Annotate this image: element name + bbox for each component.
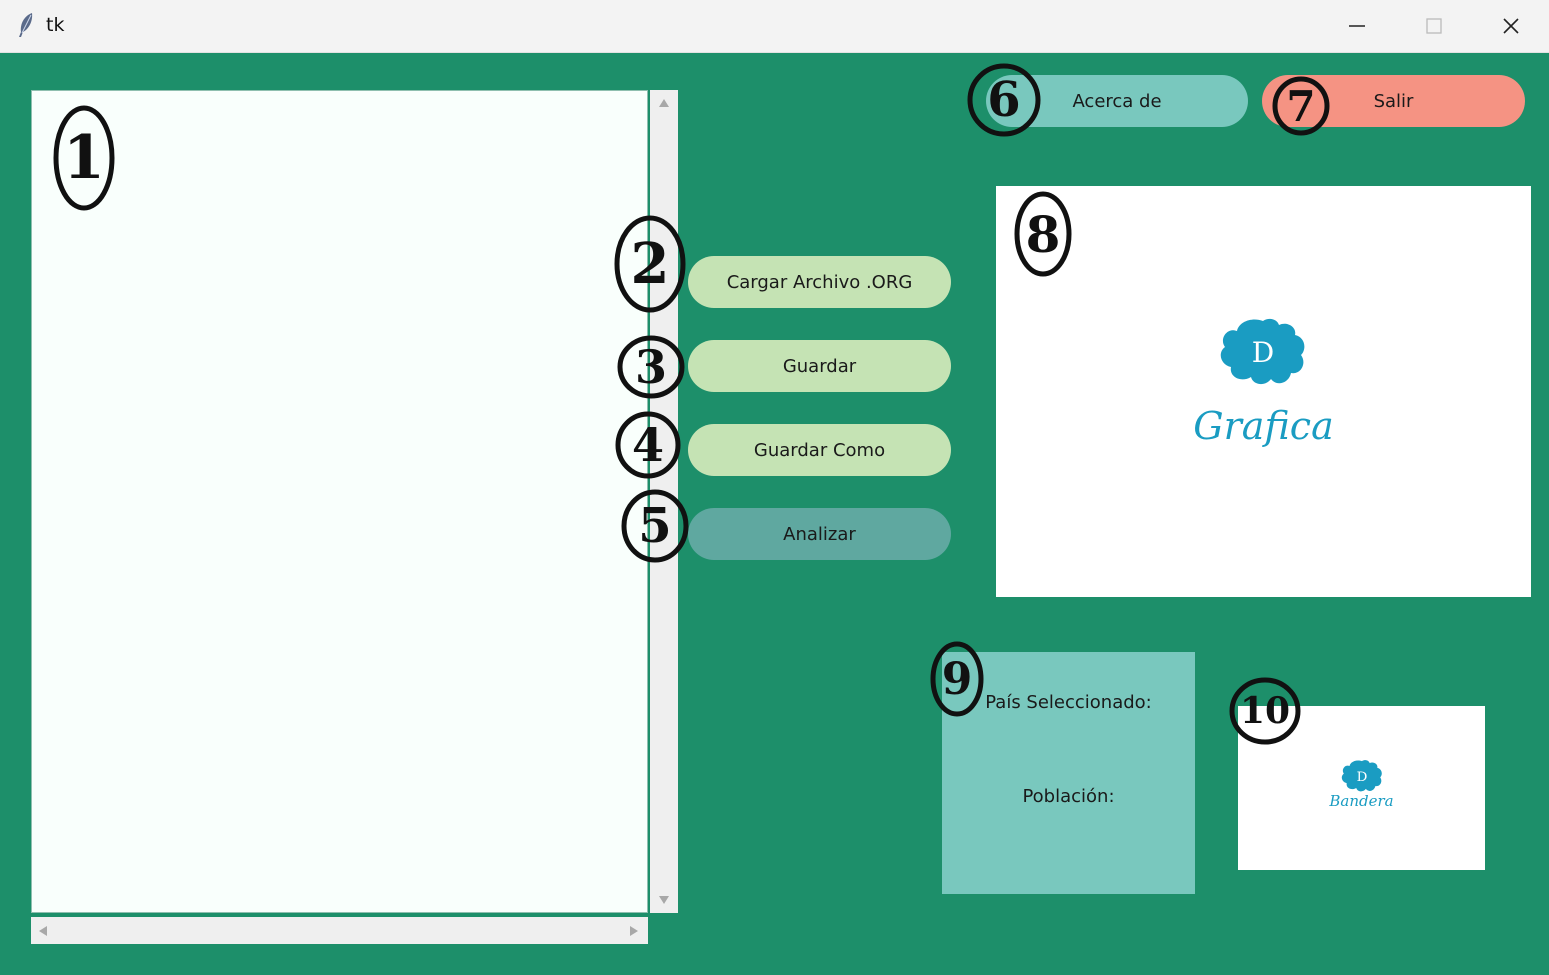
annotation-4: 4 [614, 410, 682, 480]
scroll-left-icon[interactable] [38, 925, 48, 937]
annotation-7: 7 [1272, 76, 1330, 136]
scroll-down-icon[interactable] [658, 895, 670, 905]
graph-caption: Grafica [1193, 404, 1334, 448]
feather-icon [16, 12, 36, 42]
save-as-button[interactable]: Guardar Como [688, 424, 951, 476]
annotation-1: 1 [52, 104, 116, 212]
close-icon [1503, 18, 1519, 34]
maximize-button[interactable] [1411, 8, 1457, 44]
window-title: tk [46, 14, 65, 36]
maximize-icon [1426, 18, 1442, 34]
scroll-right-icon[interactable] [629, 925, 639, 937]
flag-caption: Bandera [1329, 792, 1394, 810]
annotation-5: 5 [620, 488, 690, 564]
graph-logo-letter: D [1252, 336, 1274, 369]
horizontal-scrollbar[interactable] [31, 917, 648, 944]
annotation-3: 3 [616, 334, 686, 400]
annotation-9: 9 [930, 640, 984, 718]
flag-logo-letter: D [1357, 770, 1368, 785]
analyze-button[interactable]: Analizar [688, 508, 951, 560]
flag-logo-icon: D [1341, 760, 1382, 792]
text-editor[interactable] [31, 90, 648, 913]
graph-panel: D Grafica [996, 186, 1531, 597]
minimize-icon [1349, 25, 1365, 27]
annotation-2: 2 [612, 214, 688, 314]
save-button[interactable]: Guardar [688, 340, 951, 392]
graph-logo-icon: D [1220, 318, 1305, 385]
minimize-button[interactable] [1334, 8, 1380, 44]
app-window: tk Cargar Archivo .ORG Guardar Guardar C… [0, 0, 1549, 975]
scroll-up-icon[interactable] [658, 98, 670, 108]
title-bar: tk [0, 0, 1549, 53]
annotation-8: 8 [1014, 190, 1072, 278]
annotation-6: 6 [966, 62, 1042, 138]
annotation-10: 10 [1228, 676, 1302, 746]
population-label: Población: [1022, 786, 1115, 807]
load-file-button[interactable]: Cargar Archivo .ORG [688, 256, 951, 308]
close-button[interactable] [1488, 8, 1534, 44]
